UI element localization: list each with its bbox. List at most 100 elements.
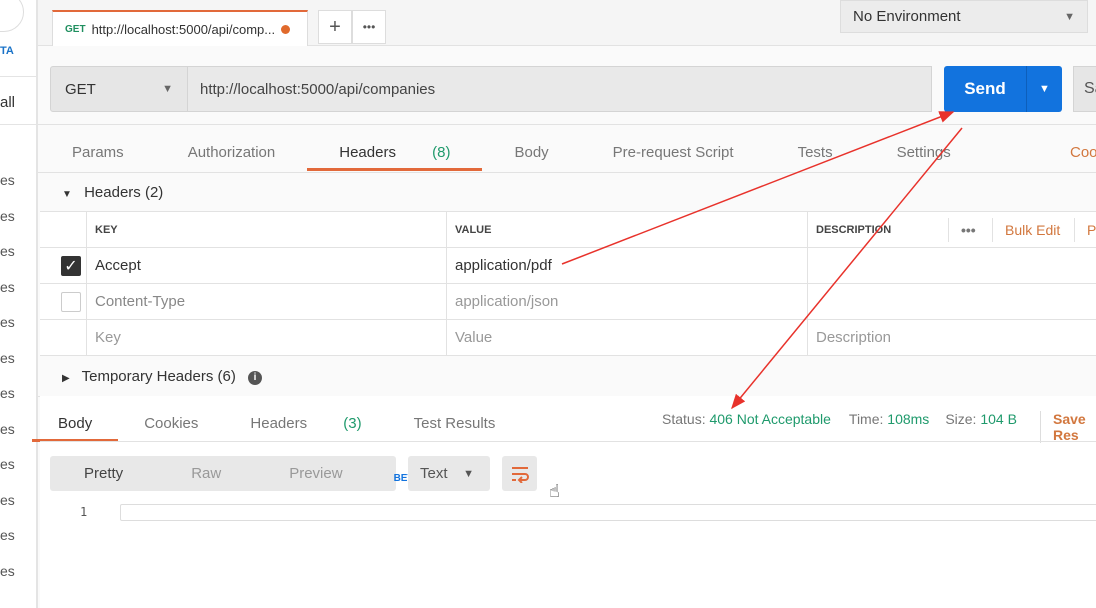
view-preview[interactable]: Preview xyxy=(255,465,376,482)
sidebar-item[interactable]: es xyxy=(0,385,15,401)
sidebar-item[interactable]: es xyxy=(0,279,15,295)
tab-pre-request-script[interactable]: Pre-request Script xyxy=(581,144,766,161)
key-cell[interactable]: Accept xyxy=(86,248,446,283)
tab-authorization[interactable]: Authorization xyxy=(156,144,308,161)
format-select[interactable]: Text ▼ xyxy=(408,456,490,491)
status-label: Status: xyxy=(662,411,706,427)
table-header: KEY VALUE DESCRIPTION ••• Bulk Edit P xyxy=(40,211,1096,248)
view-label: Preview xyxy=(289,465,343,482)
request-tab[interactable]: GET http://localhost:5000/api/comp... xyxy=(52,10,308,46)
view-label: Raw xyxy=(191,465,222,482)
send-button[interactable]: Send ▼ xyxy=(944,66,1062,112)
size-label: Size: xyxy=(945,411,977,427)
chevron-down-icon: ▼ xyxy=(463,467,474,480)
view-raw[interactable]: Raw xyxy=(157,465,255,482)
send-dropdown-icon[interactable]: ▼ xyxy=(1027,83,1062,95)
description-cell[interactable] xyxy=(807,248,1096,283)
sidebar-all-tab[interactable]: all xyxy=(0,94,15,111)
cookies-link[interactable]: Coo xyxy=(1070,144,1096,161)
view-mode-tabs: PrettyRawPreviewVisualize BETA xyxy=(50,456,470,491)
tab-label: Headers xyxy=(339,144,396,161)
sidebar-search[interactable] xyxy=(0,0,24,32)
method-select[interactable]: GET ▼ xyxy=(50,66,188,112)
more-icon: ••• xyxy=(362,20,376,34)
response-tab-body[interactable]: Body xyxy=(32,415,119,442)
environment-select[interactable]: No Environment ▼ xyxy=(840,0,1088,33)
description-cell[interactable] xyxy=(807,284,1096,319)
row-checkbox[interactable]: ✓ xyxy=(61,256,81,276)
tab-title: http://localhost:5000/api/comp... xyxy=(91,21,276,37)
tab-count: (8) xyxy=(432,144,451,161)
time-value: 108ms xyxy=(887,411,930,427)
tab-count: (3) xyxy=(343,415,362,432)
tab-label: Pre-request Script xyxy=(612,144,734,161)
bulk-edit-link[interactable]: Bulk Edit xyxy=(992,217,1060,242)
response-tab-test-results[interactable]: Test Results xyxy=(388,415,522,432)
tab-label: Headers xyxy=(250,415,308,432)
tab-label: Params xyxy=(72,144,124,161)
tab-headers[interactable]: Headers (8) xyxy=(307,144,483,171)
sidebar-item[interactable]: es xyxy=(0,350,15,366)
size-value: 104 B xyxy=(980,411,1017,427)
tab-label: Tests xyxy=(797,144,833,161)
cursor-hand-icon: ☝ xyxy=(549,481,560,501)
tab-method: GET xyxy=(65,23,86,35)
description-input[interactable]: Description xyxy=(807,320,1096,355)
environment-value: No Environment xyxy=(853,8,961,25)
col-description-label: DESCRIPTION xyxy=(816,223,892,236)
value-cell[interactable]: application/json xyxy=(446,284,808,319)
key-input[interactable]: Key xyxy=(86,320,446,355)
sidebar-item[interactable]: es xyxy=(0,314,15,330)
url-input[interactable]: http://localhost:5000/api/companies xyxy=(187,66,932,112)
tab-label: Test Results xyxy=(413,415,496,432)
value-cell[interactable]: application/pdf xyxy=(446,248,808,283)
sidebar-item[interactable]: es xyxy=(0,421,15,437)
tab-label: Authorization xyxy=(187,144,276,161)
more-icon[interactable]: ••• xyxy=(948,217,976,242)
presets-link[interactable]: P xyxy=(1074,217,1096,242)
wrap-lines-button[interactable] xyxy=(502,456,537,491)
tab-body[interactable]: Body xyxy=(482,144,580,161)
sidebar-item[interactable]: es xyxy=(0,456,15,472)
temporary-headers-title: Temporary Headers xyxy=(81,368,214,385)
new-tab-button[interactable]: + xyxy=(318,10,352,44)
view-label: Pretty xyxy=(84,465,124,482)
sidebar-item[interactable]: es xyxy=(0,527,15,543)
headers-title: Headers xyxy=(84,184,141,201)
format-value: Text xyxy=(420,465,448,482)
response-status: Status: 406 Not Acceptable Time: 108ms S… xyxy=(662,411,1017,427)
sidebar-item[interactable]: es xyxy=(0,563,15,579)
wrap-icon xyxy=(511,466,529,483)
url-value: http://localhost:5000/api/companies xyxy=(200,80,436,98)
save-button[interactable]: Sa xyxy=(1073,66,1096,112)
tab-params[interactable]: Params xyxy=(40,144,156,161)
headers-section-toggle[interactable]: ▼ Headers (2) xyxy=(62,184,163,201)
headers-table: KEY VALUE DESCRIPTION ••• Bulk Edit P ✓ A… xyxy=(40,211,1096,356)
tab-settings[interactable]: Settings xyxy=(865,144,983,161)
row-checkbox[interactable] xyxy=(61,292,81,312)
chevron-down-icon: ▼ xyxy=(162,83,173,95)
temporary-headers-toggle[interactable]: ▶ Temporary Headers (6) i xyxy=(62,368,263,385)
unsaved-dot-icon xyxy=(281,24,291,34)
tab-options-button[interactable]: ••• xyxy=(352,10,386,44)
request-tabs: Params Authorization Headers (8) Body Pre-re… xyxy=(40,144,983,171)
response-tab-cookies[interactable]: Cookies xyxy=(118,415,224,432)
info-icon[interactable]: i xyxy=(248,371,263,385)
response-tabs: Body Cookies Headers (3) Test Results xyxy=(32,415,522,442)
save-response-button[interactable]: Save Res xyxy=(1040,411,1096,443)
sidebar-item[interactable]: es xyxy=(0,172,15,188)
plus-icon: + xyxy=(329,15,341,38)
view-pretty[interactable]: Pretty xyxy=(50,465,157,482)
key-cell[interactable]: Content-Type xyxy=(86,284,446,319)
sidebar-item[interactable]: es xyxy=(0,208,15,224)
table-row: Content-Type application/json xyxy=(40,284,1096,320)
sidebar-item[interactable]: es xyxy=(0,492,15,508)
response-tab-headers[interactable]: Headers (3) xyxy=(224,415,387,432)
save-label: Sa xyxy=(1084,80,1096,97)
sidebar-item[interactable]: es xyxy=(0,243,15,259)
send-label: Send xyxy=(964,79,1006,98)
tab-label: Cookies xyxy=(144,415,199,432)
tab-tests[interactable]: Tests xyxy=(766,144,865,161)
value-input[interactable]: Value xyxy=(446,320,808,355)
response-body-editor[interactable] xyxy=(120,504,1096,521)
